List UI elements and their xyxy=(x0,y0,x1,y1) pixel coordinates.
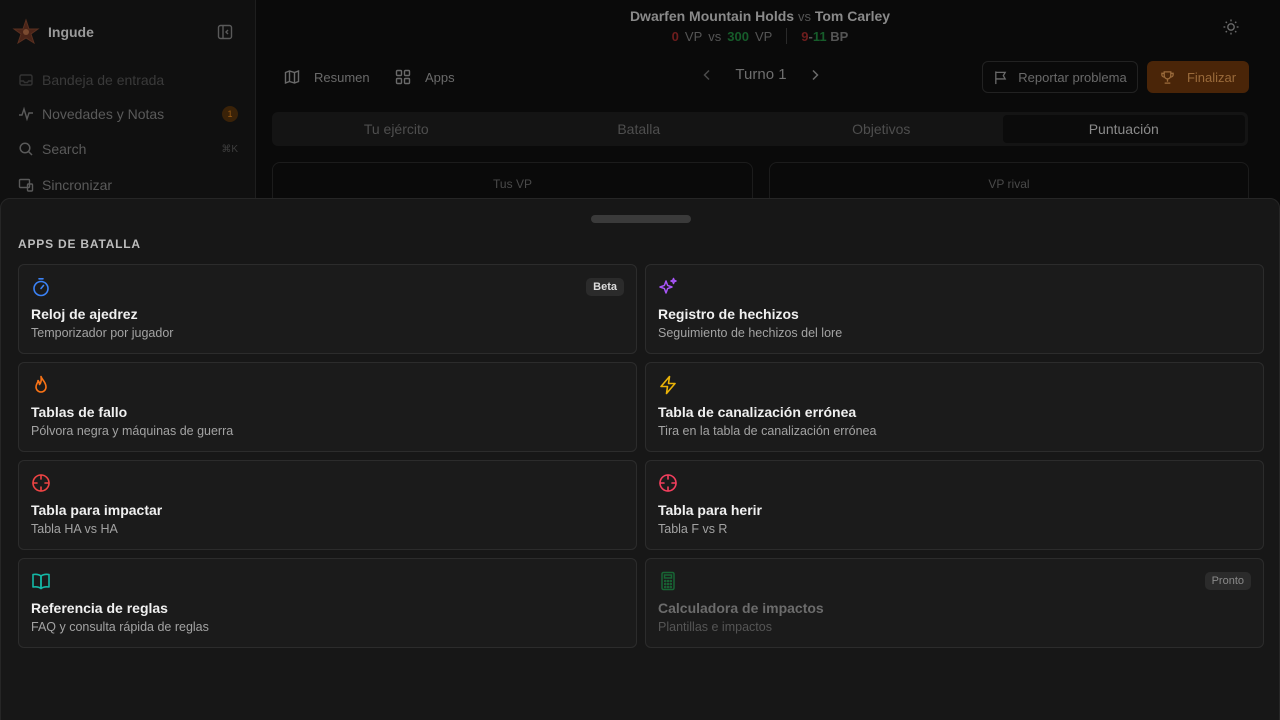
apps-label: Apps xyxy=(425,69,455,85)
tab-army[interactable]: Tu ejército xyxy=(275,115,518,143)
app-card-impact-calculator: Pronto Calculadora de impactos Plantilla… xyxy=(645,558,1264,648)
app-description: FAQ y consulta rápida de reglas xyxy=(31,620,209,634)
sheet-title: APPS DE BATALLA xyxy=(18,237,141,251)
sidebar-item-sync[interactable]: Sincronizar xyxy=(18,177,238,193)
app-title: Tablas de fallo xyxy=(31,404,128,420)
bp-right: 11 xyxy=(812,28,827,44)
match-header: Dwarfen Mountain Holds vs Tom Carley 0 V… xyxy=(560,8,960,44)
app-card-chess-clock[interactable]: Beta Reloj de ajedrez Temporizador por j… xyxy=(18,264,637,354)
sun-icon[interactable] xyxy=(1222,18,1240,36)
app-description: Temporizador por jugador xyxy=(31,326,174,340)
search-icon xyxy=(19,142,33,156)
bp-unit: BP xyxy=(830,28,849,44)
chevron-left-icon[interactable] xyxy=(700,68,714,82)
logo-icon xyxy=(12,18,40,45)
app-title: Calculadora de impactos xyxy=(658,600,824,616)
tab-bar: Tu ejército Batalla Objetivos Puntuación xyxy=(272,112,1248,146)
sidebar-collapse-icon[interactable] xyxy=(217,24,233,40)
divider xyxy=(786,28,788,44)
vp-unit: VP xyxy=(754,28,773,44)
calculator-icon xyxy=(661,571,675,591)
sidebar-item-news[interactable]: Novedades y Notas 1 xyxy=(18,106,238,122)
app-root: Ingude Bandeja de entrada Novedades y No… xyxy=(0,0,1280,720)
app-title: Reloj de ajedrez xyxy=(31,306,138,322)
vs-small: vs xyxy=(708,28,722,44)
brand[interactable]: Ingude xyxy=(12,18,94,46)
turn-navigator: Turno 1 xyxy=(700,66,822,83)
app-description: Pólvora negra y máquinas de guerra xyxy=(31,424,234,438)
player1-name: Dwarfen Mountain Holds xyxy=(629,8,795,24)
notification-badge: 1 xyxy=(222,106,238,122)
app-card-misfire-tables[interactable]: Tablas de fallo Pólvora negra y máquinas… xyxy=(18,362,637,452)
finish-button[interactable]: Finalizar xyxy=(1147,61,1249,93)
tab-objectives[interactable]: Objetivos xyxy=(760,115,1003,143)
coming-soon-badge: Pronto xyxy=(1204,572,1251,590)
grid-icon xyxy=(395,69,411,85)
drag-handle[interactable] xyxy=(591,215,691,223)
tab-scoring[interactable]: Puntuación xyxy=(1002,115,1245,143)
report-problem-button[interactable]: Reportar problema xyxy=(982,61,1138,93)
app-title: Tabla para herir xyxy=(658,502,763,518)
activity-icon xyxy=(19,106,33,122)
sidebar-item-label: Novedades y Notas xyxy=(42,106,165,122)
battle-apps-sheet: APPS DE BATALLA Beta Reloj de ajedrez Te… xyxy=(0,198,1280,720)
app-description: Plantillas e impactos xyxy=(658,620,772,634)
rival-vp-label: VP rival xyxy=(988,177,1030,191)
sidebar-item-label: Search xyxy=(42,141,87,157)
app-card-rules-reference[interactable]: Referencia de reglas FAQ y consulta rápi… xyxy=(18,558,637,648)
app-description: Tira en la tabla de canalización errónea xyxy=(658,424,877,438)
app-card-miscast-table[interactable]: Tabla de canalización errónea Tira en la… xyxy=(645,362,1264,452)
match-title: Dwarfen Mountain Holds vs Tom Carley xyxy=(560,8,960,24)
battle-points: 9-11 BP xyxy=(801,29,848,44)
book-open-icon xyxy=(32,573,50,590)
apps-button[interactable]: Apps xyxy=(395,64,455,90)
stopwatch-icon xyxy=(33,277,49,297)
sidebar-item-inbox[interactable]: Bandeja de entrada xyxy=(18,72,238,88)
match-score: 0 VP vs 300 VP 9-11 BP xyxy=(560,28,960,44)
brand-name: Ingude xyxy=(48,24,94,40)
beta-badge: Beta xyxy=(586,278,624,296)
my-vp-label: Tus VP xyxy=(493,177,532,191)
chevron-right-icon[interactable] xyxy=(808,68,822,82)
sparkles-icon xyxy=(659,277,677,294)
player2-vp: 300 xyxy=(727,28,749,44)
flame-icon xyxy=(35,375,47,393)
player2-name: Tom Carley xyxy=(814,8,891,24)
lightning-icon xyxy=(660,375,676,395)
flag-icon xyxy=(995,70,1007,84)
crosshair-icon xyxy=(659,474,677,492)
app-description: Tabla F vs R xyxy=(658,522,728,536)
app-title: Tabla de canalización errónea xyxy=(658,404,857,420)
app-title: Tabla para impactar xyxy=(31,502,163,518)
app-card-to-hit-table[interactable]: Tabla para impactar Tabla HA vs HA xyxy=(18,460,637,550)
apps-grid: Beta Reloj de ajedrez Temporizador por j… xyxy=(18,264,1264,648)
vp-unit: VP xyxy=(684,28,703,44)
summary-button[interactable]: Resumen xyxy=(284,64,370,90)
crosshair-icon xyxy=(32,474,50,492)
sidebar-item-label: Bandeja de entrada xyxy=(42,72,165,88)
app-description: Seguimiento de hechizos del lore xyxy=(658,326,843,340)
app-title: Referencia de reglas xyxy=(31,600,168,616)
sidebar-item-label: Sincronizar xyxy=(42,177,113,193)
sidebar-item-search[interactable]: Search ⌘K xyxy=(18,141,238,157)
tab-battle[interactable]: Batalla xyxy=(518,115,761,143)
bp-left: 9 xyxy=(801,28,809,44)
vs-label: vs xyxy=(797,9,811,24)
turn-label: Turno 1 xyxy=(735,66,787,83)
devices-icon xyxy=(18,178,34,192)
app-card-spell-log[interactable]: Registro de hechizos Seguimiento de hech… xyxy=(645,264,1264,354)
inbox-icon xyxy=(19,74,33,86)
app-card-to-wound-table[interactable]: Tabla para herir Tabla F vs R xyxy=(645,460,1264,550)
map-icon xyxy=(284,69,300,85)
finish-label: Finalizar xyxy=(1186,69,1237,85)
player1-vp: 0 xyxy=(671,28,679,44)
trophy-icon xyxy=(1161,70,1174,84)
app-description: Tabla HA vs HA xyxy=(31,522,118,536)
summary-label: Resumen xyxy=(314,69,370,85)
report-label: Reportar problema xyxy=(1018,69,1127,85)
shortcut-hint: ⌘K xyxy=(221,143,238,155)
app-title: Registro de hechizos xyxy=(658,306,799,322)
